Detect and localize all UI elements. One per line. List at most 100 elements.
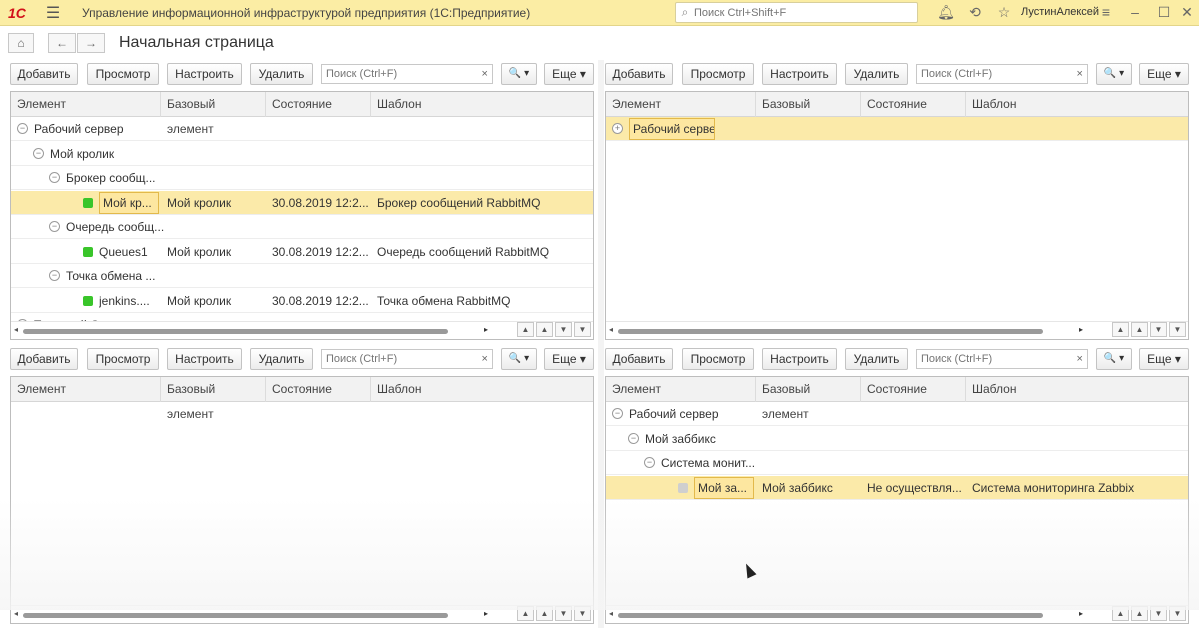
scroll-right-icon[interactable]: ▸ <box>484 325 488 334</box>
move-down-icon[interactable]: ▼ <box>555 322 572 337</box>
tree-toggle-icon[interactable]: − <box>628 432 639 444</box>
find-button[interactable]: 🔍 ▾ <box>501 348 537 370</box>
scrollbar-thumb[interactable] <box>23 329 448 334</box>
configure-button[interactable]: Настроить <box>167 63 242 85</box>
column-base-element[interactable]: Базовый элемент <box>161 92 266 136</box>
table-row[interactable]: Queues1 Мой кролик 30.08.2019 12:2... Очере… <box>11 240 593 264</box>
view-button[interactable]: Просмотр <box>87 348 159 370</box>
data-grid[interactable]: ЭлементБазовый элементСостояниеШаблон+Ра… <box>605 91 1189 340</box>
column-element[interactable]: Элемент <box>11 377 161 402</box>
move-first-icon[interactable]: ▲ <box>1112 606 1129 621</box>
column-base-element[interactable]: Базовый элемент <box>161 377 266 421</box>
search-input[interactable] <box>917 353 1073 365</box>
view-button[interactable]: Просмотр <box>682 63 754 85</box>
column-state[interactable]: Состояние <box>861 92 966 117</box>
tree-toggle-icon[interactable]: − <box>49 270 60 281</box>
search-field[interactable]: × <box>916 349 1088 369</box>
table-row[interactable]: Мой кр... Мой кролик 30.08.2019 12:2... Бро… <box>11 190 593 215</box>
settings-icon[interactable]: ≡ <box>1097 4 1115 20</box>
add-button[interactable]: Добавить <box>10 63 78 85</box>
move-up-icon[interactable]: ▲ <box>536 322 553 337</box>
clear-search-icon[interactable]: × <box>477 68 492 80</box>
move-up-icon[interactable]: ▲ <box>536 606 553 621</box>
find-button[interactable]: 🔍 ▾ <box>1096 63 1132 85</box>
column-template[interactable]: Шаблон <box>966 92 1188 117</box>
clear-search-icon[interactable]: × <box>477 353 492 365</box>
column-element[interactable]: Элемент <box>606 377 756 402</box>
delete-button[interactable]: Удалить <box>250 63 313 85</box>
move-last-icon[interactable]: ▼ <box>1169 322 1186 337</box>
find-button[interactable]: 🔍 ▾ <box>501 63 537 85</box>
table-row[interactable]: − Система монит... <box>606 451 1188 475</box>
arrow-right-icon[interactable]: → <box>77 33 105 53</box>
delete-button[interactable]: Удалить <box>250 348 313 370</box>
table-row[interactable]: − Мой кролик <box>11 142 593 166</box>
move-last-icon[interactable]: ▼ <box>574 606 591 621</box>
column-template[interactable]: Шаблон <box>371 377 593 402</box>
close-icon[interactable]: ✕ <box>1178 4 1196 21</box>
column-element[interactable]: Элемент <box>606 92 756 117</box>
scroll-right-icon[interactable]: ▸ <box>1079 609 1083 618</box>
move-last-icon[interactable]: ▼ <box>574 322 591 337</box>
scrollbar-thumb[interactable] <box>618 613 1043 618</box>
search-input[interactable] <box>917 68 1073 80</box>
search-input[interactable] <box>322 68 478 80</box>
horizontal-scrollbar[interactable]: ◂ ▸ ▲ ▲ ▼ ▼ <box>11 321 593 339</box>
move-down-icon[interactable]: ▼ <box>1150 322 1167 337</box>
move-first-icon[interactable]: ▲ <box>517 606 534 621</box>
search-field[interactable]: × <box>321 349 493 369</box>
more-button[interactable]: Еще ▾ <box>1139 63 1189 85</box>
add-button[interactable]: Добавить <box>605 63 673 85</box>
column-state[interactable]: Состояние <box>266 377 371 402</box>
star-icon[interactable]: ☆ <box>995 4 1013 21</box>
move-down-icon[interactable]: ▼ <box>1150 606 1167 621</box>
move-last-icon[interactable]: ▼ <box>1169 606 1186 621</box>
scroll-right-icon[interactable]: ▸ <box>1079 325 1083 334</box>
minimize-icon[interactable]: – <box>1126 4 1144 20</box>
table-row[interactable]: − Брокер сообщ... <box>11 166 593 190</box>
scroll-left-icon[interactable]: ◂ <box>14 609 18 618</box>
configure-button[interactable]: Настроить <box>762 348 837 370</box>
tree-toggle-icon[interactable]: − <box>612 408 623 419</box>
horizontal-scrollbar[interactable]: ◂ ▸ ▲ ▲ ▼ ▼ <box>11 605 593 623</box>
scroll-left-icon[interactable]: ◂ <box>609 325 613 334</box>
user-name[interactable]: ЛустинАлексей <box>1021 6 1099 18</box>
bell-icon[interactable]: 🔔︎ <box>937 4 955 21</box>
column-template[interactable]: Шаблон <box>966 377 1188 402</box>
column-template[interactable]: Шаблон <box>371 92 593 117</box>
move-up-icon[interactable]: ▲ <box>1131 322 1148 337</box>
search-field[interactable]: × <box>321 64 493 84</box>
scrollbar-thumb[interactable] <box>618 329 1043 334</box>
column-element[interactable]: Элемент <box>11 92 161 117</box>
move-first-icon[interactable]: ▲ <box>517 322 534 337</box>
add-button[interactable]: Добавить <box>10 348 78 370</box>
more-button[interactable]: Еще ▾ <box>544 63 594 85</box>
column-base-element[interactable]: Базовый элемент <box>756 377 861 421</box>
more-button[interactable]: Еще ▾ <box>544 348 594 370</box>
scroll-right-icon[interactable]: ▸ <box>484 609 488 618</box>
configure-button[interactable]: Настроить <box>167 348 242 370</box>
delete-button[interactable]: Удалить <box>845 63 908 85</box>
add-button[interactable]: Добавить <box>605 348 673 370</box>
table-row[interactable]: Мой за... Мой заббикс Не осуществля... Сист… <box>606 475 1188 500</box>
delete-button[interactable]: Удалить <box>845 348 908 370</box>
data-grid[interactable]: Элемент Базовый элемент Состояние Шаблон ◂ ▸ ▲… <box>10 376 594 624</box>
table-row[interactable]: − Рабочий сервер <box>11 117 593 141</box>
main-menu-icon[interactable]: ☰ <box>44 3 62 23</box>
scrollbar-thumb[interactable] <box>23 613 448 618</box>
horizontal-scrollbar[interactable]: ◂ ▸ ▲ ▲ ▼ ▼ <box>606 321 1188 339</box>
tree-toggle-icon[interactable]: + <box>612 123 623 134</box>
view-button[interactable]: Просмотр <box>682 348 754 370</box>
scroll-left-icon[interactable]: ◂ <box>14 325 18 334</box>
table-row[interactable]: + Рабочий сервер <box>606 117 1188 141</box>
tree-toggle-icon[interactable]: − <box>49 172 60 183</box>
column-state[interactable]: Состояние <box>861 377 966 402</box>
tree-toggle-icon[interactable]: − <box>33 147 44 159</box>
column-base-element[interactable]: Базовый элемент <box>756 92 861 136</box>
data-grid[interactable]: Элемент Базовый элемент Состояние Шаблон − Ра… <box>10 91 594 340</box>
tree-toggle-icon[interactable]: − <box>644 457 655 468</box>
clear-search-icon[interactable]: × <box>1072 68 1087 80</box>
global-search-input[interactable] <box>694 6 904 19</box>
more-button[interactable]: Еще ▾ <box>1139 348 1189 370</box>
table-row[interactable]: − Точка обмена ... <box>11 264 593 288</box>
